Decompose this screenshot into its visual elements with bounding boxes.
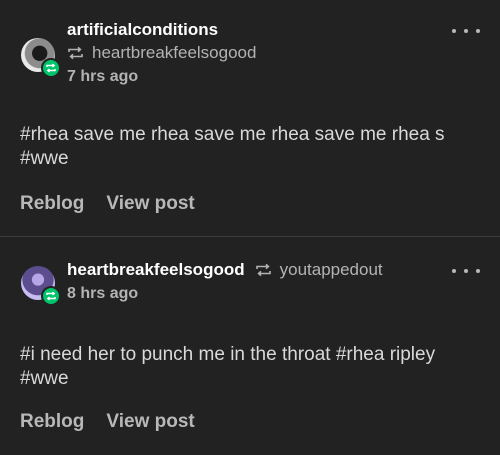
post-body: #rhea save me rhea save me rhea save me …: [20, 124, 445, 169]
reblog-button[interactable]: Reblog: [20, 193, 84, 215]
reblog-icon: [255, 263, 271, 277]
reblog-source-name: heartbreakfeelsogood: [92, 43, 257, 62]
reblog-badge-icon: [41, 286, 61, 306]
more-dots-icon[interactable]: [452, 27, 480, 35]
post-actions: Reblog View post: [20, 411, 195, 433]
post-actions: Reblog View post: [20, 193, 195, 215]
reblog-source-name[interactable]: youtappedout: [280, 260, 383, 280]
reblog-badge-icon: [41, 58, 61, 78]
post-header-line: heartbreakfeelsogood youtappedout: [67, 260, 383, 280]
post-timestamp: 8 hrs ago: [67, 285, 139, 302]
post-card: artificialconditions heartbreakfeelsogoo…: [0, 0, 500, 236]
post-body: #i need her to punch me in the throat #r…: [20, 344, 436, 389]
view-post-button[interactable]: View post: [106, 411, 194, 433]
avatar[interactable]: [21, 38, 61, 78]
post-timestamp: 7 hrs ago: [67, 68, 139, 85]
post-author[interactable]: artificialconditions: [67, 20, 218, 40]
post-author[interactable]: heartbreakfeelsogood: [67, 260, 245, 280]
more-dots-icon[interactable]: [452, 267, 480, 275]
reblog-source[interactable]: heartbreakfeelsogood: [67, 43, 256, 63]
view-post-button[interactable]: View post: [106, 193, 194, 215]
avatar[interactable]: [21, 266, 61, 306]
reblog-icon: [68, 46, 83, 60]
reblog-button[interactable]: Reblog: [20, 411, 84, 433]
post-card: heartbreakfeelsogood youtappedout 8 hrs …: [0, 237, 500, 455]
